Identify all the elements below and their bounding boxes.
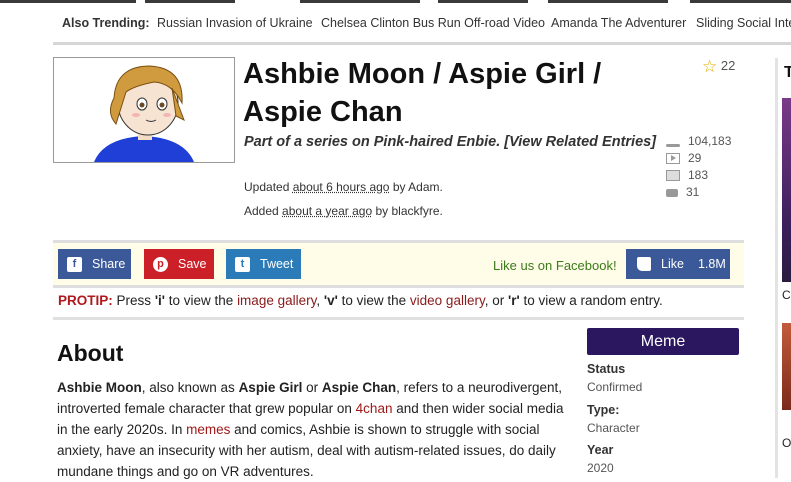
facebook-icon: f: [67, 257, 82, 272]
updated-prefix: Updated: [244, 180, 289, 194]
key-hint: 'v': [324, 293, 338, 308]
like-count: 1.8M: [698, 257, 726, 271]
series-note: Part of a series on Pink-haired Enbie. […: [244, 133, 664, 152]
share-bar: f Share p Save t Tweet Like us on Facebook!…: [53, 240, 744, 288]
sidebar-title: Te: [784, 64, 791, 82]
status-value: Confirmed: [587, 380, 642, 394]
entry-thumbnail[interactable]: [53, 57, 235, 163]
added-time: about a year ago: [282, 204, 372, 218]
related-entries-link[interactable]: Part of a series on Pink-haired Enbie. […: [244, 134, 656, 150]
twitter-tweet-button[interactable]: t Tweet: [226, 249, 301, 279]
trending-link[interactable]: Russian Invasion of Ukraine: [157, 16, 313, 30]
updated-time: about 6 hours ago: [293, 180, 390, 194]
views-count: 104,183: [688, 133, 731, 150]
facebook-share-button[interactable]: f Share: [58, 249, 131, 279]
type-value[interactable]: Character: [587, 421, 640, 435]
about-text: or: [302, 380, 322, 395]
pinterest-icon: p: [153, 257, 168, 272]
trending-link[interactable]: Chelsea Clinton Bus Run Off-road Video: [321, 16, 545, 30]
about-text: , also known as: [142, 380, 239, 395]
star-icon: ☆: [702, 57, 717, 76]
favorite-button[interactable]: ☆ 22: [702, 57, 735, 77]
twitter-icon: t: [235, 257, 250, 272]
videos-count: 29: [688, 150, 701, 167]
pinterest-save-label: Save: [178, 257, 207, 271]
memes-link[interactable]: memes: [186, 422, 230, 437]
added-prefix: Added: [244, 204, 279, 218]
sidebar-caption[interactable]: Ca: [782, 288, 791, 302]
protip-text: to view a random entry.: [523, 293, 662, 308]
sidebar-caption[interactable]: Ov: [782, 436, 791, 450]
updated-line: Updated about 6 hours ago by Adam.: [244, 180, 443, 194]
eye-icon: [666, 137, 680, 147]
key-hint: 'r': [508, 293, 520, 308]
updated-by[interactable]: by Adam.: [393, 180, 443, 194]
bold-term: Aspie Girl: [239, 380, 303, 395]
year-value[interactable]: 2020: [587, 461, 614, 475]
trending-link[interactable]: Amanda The Adventurer: [551, 16, 686, 30]
comment-icon: [666, 189, 678, 197]
video-icon: [666, 153, 680, 164]
like-us-text: Like us on Facebook!: [493, 258, 617, 273]
trending-label: Also Trending:: [62, 16, 150, 30]
videos-stat[interactable]: 29: [666, 150, 731, 167]
like-label: Like: [661, 257, 684, 271]
images-stat[interactable]: 183: [666, 167, 731, 184]
trending-bar: Also Trending: Russian Invasion of Ukrai…: [53, 8, 791, 45]
facebook-like-button[interactable]: Like 1.8M: [626, 249, 730, 279]
protip-label: PROTIP:: [58, 293, 113, 308]
protip: PROTIP: Press 'i' to view the image gall…: [58, 293, 663, 308]
page-title: Ashbie Moon / Aspie Girl / Aspie Chan: [243, 55, 663, 131]
right-sidebar: Te Ca Ov: [775, 58, 791, 478]
comments-count: 31: [686, 184, 699, 201]
video-gallery-link[interactable]: video gallery: [410, 293, 485, 308]
trending-link[interactable]: Sliding Social Inte: [696, 16, 791, 30]
about-heading: About: [57, 340, 123, 367]
favorite-count: 22: [721, 58, 735, 73]
bold-term: Aspie Chan: [322, 380, 396, 395]
protip-text: to view the: [342, 293, 407, 308]
year-label: Year: [587, 443, 613, 457]
entry-kind-badge[interactable]: Meme: [587, 328, 739, 355]
key-hint: 'i': [155, 293, 165, 308]
character-illustration: [54, 58, 234, 162]
sidebar-thumbnail[interactable]: [782, 98, 791, 282]
facebook-share-label: Share: [92, 257, 125, 271]
added-line: Added about a year ago by blackfyre.: [244, 204, 443, 218]
protip-text: to view the: [169, 293, 234, 308]
protip-text: Press: [117, 293, 152, 308]
views-stat: 104,183: [666, 133, 731, 150]
status-label: Status: [587, 362, 625, 376]
protip-text: , or: [485, 293, 505, 308]
sidebar-thumbnail[interactable]: [782, 323, 791, 410]
added-by[interactable]: by blackfyre.: [375, 204, 442, 218]
image-icon: [666, 170, 680, 181]
bold-term: Ashbie Moon: [57, 380, 142, 395]
image-gallery-link[interactable]: image gallery: [237, 293, 316, 308]
divider: [53, 317, 744, 320]
4chan-link[interactable]: 4chan: [356, 401, 393, 416]
entry-stats: 104,183 29 183 31: [666, 133, 731, 201]
protip-text: ,: [316, 293, 320, 308]
thumbs-up-icon: [637, 257, 651, 271]
type-label: Type:: [587, 403, 619, 417]
pinterest-save-button[interactable]: p Save: [144, 249, 214, 279]
images-count: 183: [688, 167, 708, 184]
about-paragraph: Ashbie Moon, also known as Aspie Girl or…: [57, 377, 572, 482]
top-thumbnail-strip: [0, 0, 791, 3]
tweet-label: Tweet: [260, 257, 293, 271]
comments-stat[interactable]: 31: [666, 184, 731, 201]
